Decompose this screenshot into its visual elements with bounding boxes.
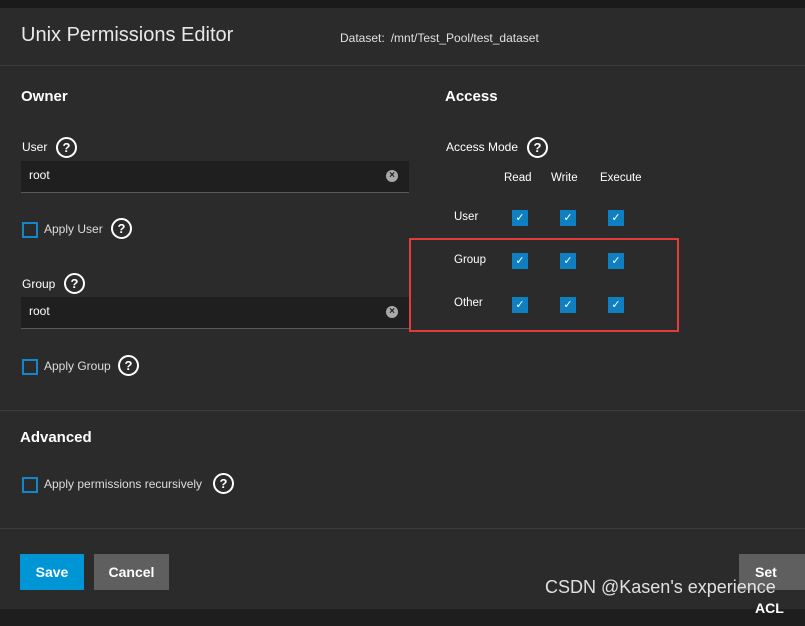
dataset-value: /mnt/Test_Pool/test_dataset	[390, 31, 539, 45]
advanced-heading: Advanced	[20, 429, 92, 446]
dataset-label: Dataset:	[340, 31, 385, 45]
access-heading: Access	[445, 88, 498, 105]
user-input[interactable]	[29, 168, 369, 182]
user-label: User	[22, 140, 48, 154]
cancel-button[interactable]: Cancel	[94, 554, 169, 590]
user-field[interactable]: ×	[21, 161, 409, 193]
clear-icon[interactable]: ×	[386, 170, 398, 182]
footer-divider	[0, 528, 805, 529]
row-label-user: User	[454, 211, 479, 223]
help-icon[interactable]: ?	[56, 137, 77, 158]
clear-icon[interactable]: ×	[386, 306, 398, 318]
apply-group-checkbox[interactable]	[22, 359, 38, 375]
recursive-checkbox[interactable]	[22, 477, 38, 493]
group-field[interactable]: ×	[21, 297, 409, 329]
help-icon[interactable]: ?	[213, 473, 234, 494]
group-input[interactable]	[29, 304, 369, 318]
owner-heading: Owner	[21, 88, 68, 105]
user-write-checkbox[interactable]: ✓	[560, 210, 576, 226]
column-header-write: Write	[551, 172, 578, 184]
user-execute-checkbox[interactable]: ✓	[608, 210, 624, 226]
column-header-execute: Execute	[600, 172, 642, 184]
user-read-checkbox[interactable]: ✓	[512, 210, 528, 226]
save-button[interactable]: Save	[20, 554, 84, 590]
help-icon[interactable]: ?	[527, 137, 548, 158]
column-header-read: Read	[504, 172, 532, 184]
group-label: Group	[22, 277, 56, 291]
page-title: Unix Permissions Editor	[21, 24, 234, 46]
help-icon[interactable]: ?	[111, 218, 132, 239]
apply-user-checkbox[interactable]	[22, 222, 38, 238]
highlight-box	[409, 238, 679, 332]
help-icon[interactable]: ?	[118, 355, 139, 376]
help-icon[interactable]: ?	[64, 273, 85, 294]
header-divider	[0, 65, 805, 66]
section-divider	[0, 410, 805, 411]
apply-user-label: Apply User	[44, 222, 103, 236]
dataset-path: Dataset: /mnt/Test_Pool/test_dataset	[340, 31, 539, 45]
recursive-label: Apply permissions recursively	[44, 477, 203, 491]
watermark-text: CSDN @Kasen's experience	[545, 577, 776, 597]
apply-group-label: Apply Group	[44, 359, 111, 373]
access-mode-label: Access Mode	[446, 140, 519, 154]
top-strip	[0, 0, 805, 8]
